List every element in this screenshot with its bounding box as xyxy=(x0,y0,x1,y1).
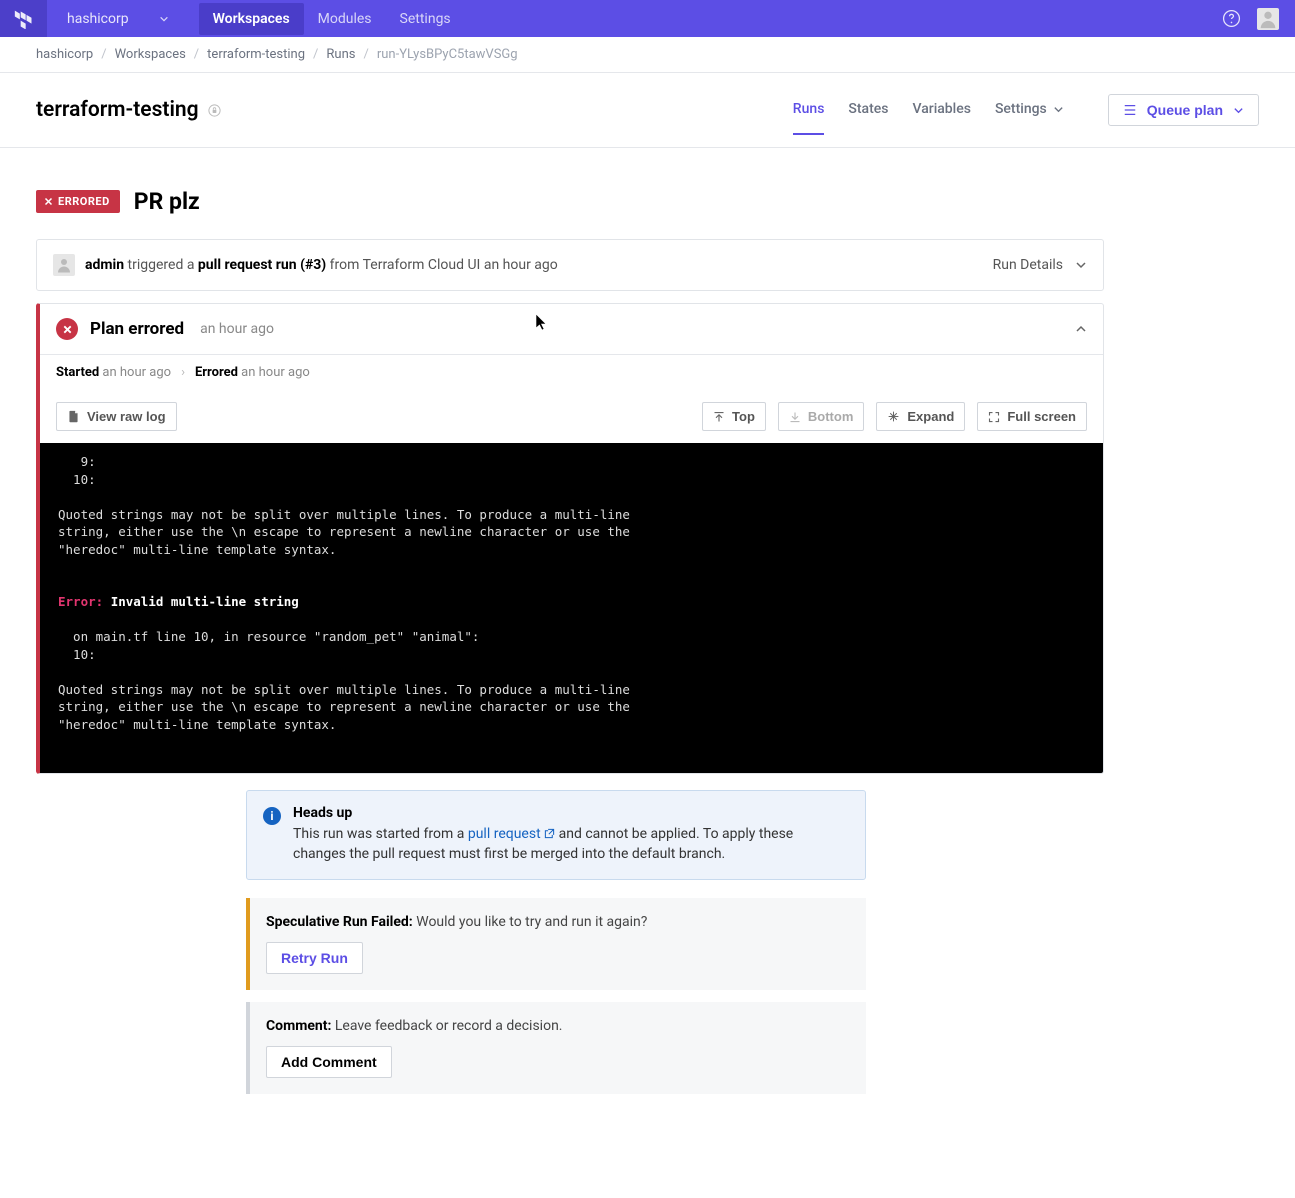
user-avatar[interactable] xyxy=(1257,8,1279,30)
org-name: hashicorp xyxy=(67,11,129,27)
comment-text: Leave feedback or record a decision. xyxy=(335,1018,563,1034)
lock-icon xyxy=(207,103,222,118)
breadcrumb-runs[interactable]: Runs xyxy=(326,47,355,62)
run-title: PR plz xyxy=(134,188,200,215)
queue-plan-button[interactable]: Queue plan xyxy=(1108,94,1259,126)
workspace-title: terraform-testing xyxy=(36,98,199,122)
trigger-avatar xyxy=(53,254,75,276)
terraform-logo-icon xyxy=(14,9,34,29)
nav-workspaces[interactable]: Workspaces xyxy=(199,3,304,35)
chevron-down-icon xyxy=(1053,104,1064,115)
top-navigation: hashicorp Workspaces Modules Settings xyxy=(0,0,1295,37)
breadcrumb-workspaces[interactable]: Workspaces xyxy=(115,47,186,62)
arrow-icon: › xyxy=(181,365,185,380)
tab-runs[interactable]: Runs xyxy=(793,85,825,135)
retry-title: Speculative Run Failed: xyxy=(266,914,413,930)
plan-time: an hour ago xyxy=(200,321,274,337)
nav-settings[interactable]: Settings xyxy=(386,3,465,35)
plan-card: Plan errored an hour ago Started an hour… xyxy=(36,303,1104,774)
add-comment-button[interactable]: Add Comment xyxy=(266,1046,392,1078)
terminal-output[interactable]: 9: 10: Quoted strings may not be split o… xyxy=(40,443,1103,773)
heads-up-info: i Heads up This run was started from a p… xyxy=(246,790,866,880)
x-icon xyxy=(44,197,53,206)
retry-text: Would you like to try and run it again? xyxy=(416,914,647,930)
tab-states[interactable]: States xyxy=(848,85,888,135)
workspace-tabs: Runs States Variables Settings Queue pla… xyxy=(793,85,1259,135)
avatar-icon xyxy=(1257,8,1279,30)
run-details-toggle[interactable]: Run Details xyxy=(993,257,1087,273)
arrow-bottom-icon xyxy=(789,411,801,423)
status-badge: ERRORED xyxy=(36,190,120,213)
expand-icon xyxy=(887,410,900,423)
retry-run-button[interactable]: Retry Run xyxy=(266,942,363,974)
chevron-down-icon xyxy=(1075,259,1087,271)
fullscreen-icon xyxy=(988,411,1000,423)
log-toolbar: View raw log Top Bottom Expand Full scr xyxy=(40,390,1103,443)
arrow-top-icon xyxy=(713,411,725,423)
pull-request-link[interactable]: pull request xyxy=(468,826,555,842)
topnav-right xyxy=(1222,8,1295,30)
view-raw-log-button[interactable]: View raw log xyxy=(56,402,177,431)
plan-collapse-toggle[interactable] xyxy=(1075,323,1087,335)
queue-plan-icon xyxy=(1123,103,1137,117)
run-title-row: ERRORED PR plz xyxy=(36,188,1104,215)
info-title: Heads up xyxy=(293,805,849,821)
info-body: This run was started from a pull request… xyxy=(293,824,849,865)
breadcrumb-workspace[interactable]: terraform-testing xyxy=(207,47,305,62)
plan-header: Plan errored an hour ago xyxy=(40,304,1103,354)
full-screen-button[interactable]: Full screen xyxy=(977,402,1087,431)
error-status-icon xyxy=(56,318,78,340)
info-icon: i xyxy=(263,807,281,825)
breadcrumb-run-id: run-YLysBPyC5tawVSGg xyxy=(377,47,518,62)
workspace-title-wrap: terraform-testing xyxy=(36,98,222,122)
plan-title: Plan errored xyxy=(90,319,184,339)
workspace-header: terraform-testing Runs States Variables … xyxy=(0,73,1295,148)
terraform-logo[interactable] xyxy=(0,0,47,37)
plan-meta: Started an hour ago › Errored an hour ag… xyxy=(40,354,1103,390)
chevron-up-icon xyxy=(1075,323,1087,335)
chevron-down-icon xyxy=(1233,105,1244,116)
main-content: ERRORED PR plz admin triggered a pull re… xyxy=(0,148,1140,1146)
breadcrumb-org[interactable]: hashicorp xyxy=(36,47,93,62)
avatar-icon xyxy=(55,256,73,274)
top-button[interactable]: Top xyxy=(702,402,766,431)
comment-title: Comment: xyxy=(266,1018,331,1034)
comment-box: Comment: Leave feedback or record a deci… xyxy=(246,1002,866,1094)
retry-box: Speculative Run Failed: Would you like t… xyxy=(246,898,866,990)
run-trigger-card: admin triggered a pull request run (#3) … xyxy=(36,239,1104,291)
org-selector[interactable]: hashicorp xyxy=(47,11,189,27)
nav-items: Workspaces Modules Settings xyxy=(199,3,465,35)
bottom-button: Bottom xyxy=(778,402,865,431)
help-icon[interactable] xyxy=(1222,9,1241,28)
sub-actions: i Heads up This run was started from a p… xyxy=(246,790,866,1094)
nav-modules[interactable]: Modules xyxy=(304,3,386,35)
chevron-down-icon xyxy=(159,14,169,24)
breadcrumb: hashicorp / Workspaces / terraform-testi… xyxy=(0,37,1295,73)
trigger-text: admin triggered a pull request run (#3) … xyxy=(85,257,558,273)
expand-button[interactable]: Expand xyxy=(876,402,965,431)
external-link-icon xyxy=(544,828,555,839)
document-icon xyxy=(67,410,80,423)
tab-settings[interactable]: Settings xyxy=(995,85,1064,135)
tab-variables[interactable]: Variables xyxy=(912,85,970,135)
